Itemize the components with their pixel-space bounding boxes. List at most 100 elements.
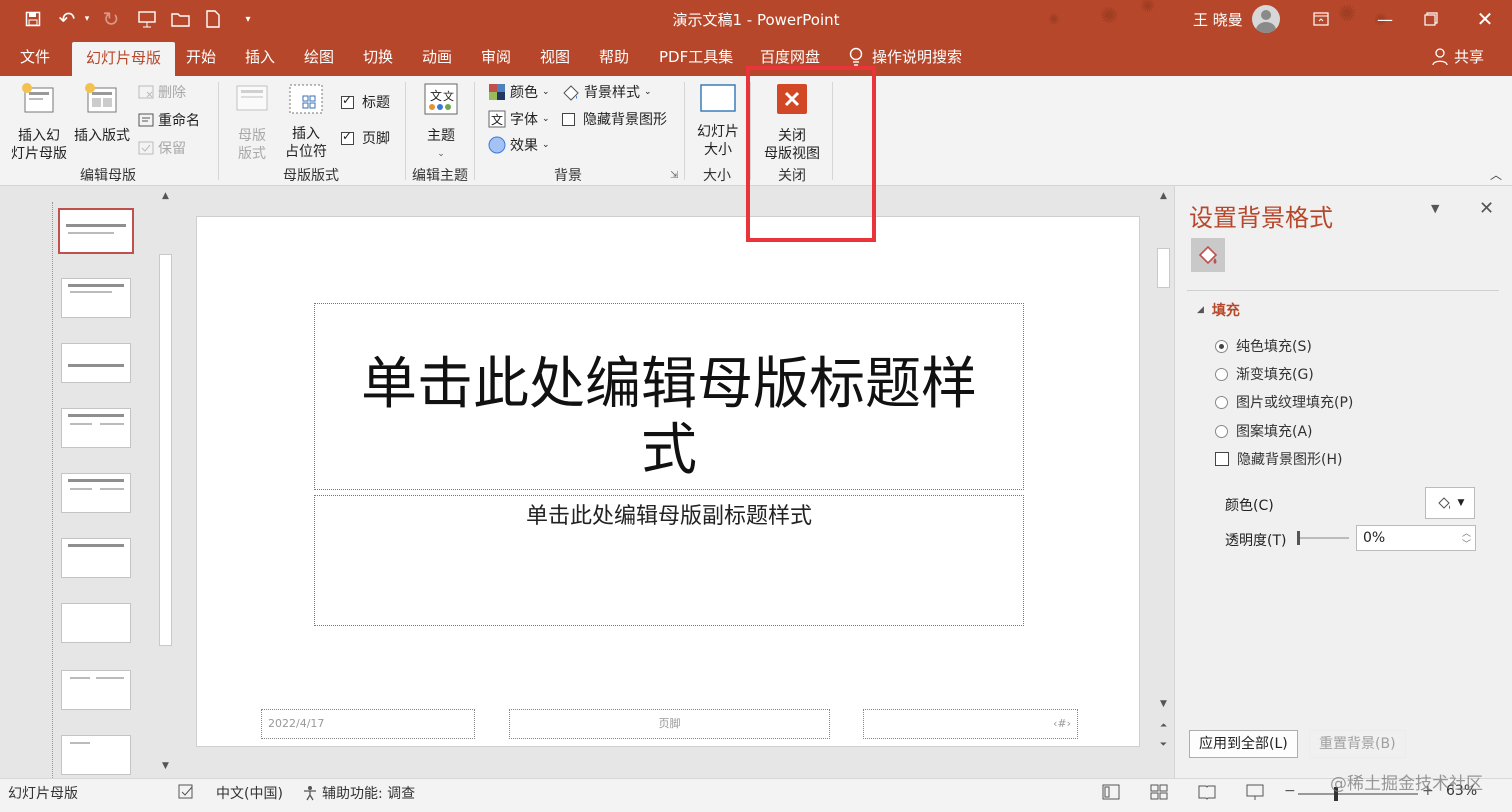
tab-home[interactable]: 开始	[186, 46, 216, 68]
thumbnail-scrollbar[interactable]: ▲ ▼	[157, 186, 174, 778]
hide-bg-graphics-option[interactable]: 隐藏背景图形(H)	[1215, 449, 1342, 469]
picture-fill-radio[interactable]	[1215, 396, 1228, 409]
layout-thumbnail[interactable]	[61, 408, 131, 448]
tab-view[interactable]: 视图	[540, 46, 570, 68]
solid-fill-option[interactable]: 纯色填充(S)	[1215, 336, 1312, 356]
slide-number-placeholder[interactable]: ‹#›	[863, 709, 1078, 739]
tab-help[interactable]: 帮助	[599, 46, 629, 68]
hide-background-graphics-box[interactable]	[562, 112, 575, 126]
tab-draw[interactable]: 绘图	[304, 46, 334, 68]
tab-pdf-tools[interactable]: PDF工具集	[659, 46, 733, 68]
gradient-fill-option[interactable]: 渐变填充(G)	[1215, 364, 1314, 384]
pattern-fill-label: 图案填充(A)	[1236, 424, 1313, 440]
ribbon-tabs: 文件 幻灯片母版 开始 插入 绘图 切换 动画 审阅 视图 帮助 PDF工具集 …	[0, 38, 1512, 76]
transparency-input[interactable]: 0% ︿ ﹀	[1356, 525, 1476, 551]
share-button[interactable]: 共享	[1432, 46, 1484, 67]
layout-thumbnail[interactable]	[61, 278, 131, 318]
master-thumbnail[interactable]	[58, 208, 134, 254]
pattern-fill-radio[interactable]	[1215, 425, 1228, 438]
title-checkbox-box[interactable]	[341, 93, 354, 109]
scroll-up-icon[interactable]: ▲	[157, 188, 174, 205]
layout-thumbnail[interactable]	[61, 603, 131, 643]
scroll-down-icon[interactable]: ▼	[157, 758, 174, 775]
transparency-slider-handle[interactable]	[1297, 531, 1300, 545]
subtitle-placeholder-text[interactable]: 单击此处编辑母版副标题样式	[315, 498, 1023, 530]
tab-baidu-netdisk[interactable]: 百度网盘	[760, 46, 820, 68]
title-placeholder[interactable]: 单击此处编辑母版标题样 式	[314, 303, 1024, 490]
background-styles-button[interactable]: 背景样式 ⌄	[562, 82, 652, 102]
title-checkbox[interactable]: 标题	[341, 92, 390, 112]
minimize-icon[interactable]: —	[1362, 4, 1408, 34]
zoom-out-icon[interactable]: −	[1284, 783, 1296, 799]
fill-category-icon[interactable]	[1191, 238, 1225, 272]
slide-sorter-icon[interactable]	[1150, 783, 1168, 805]
effects-button[interactable]: 效果 ⌄	[488, 135, 550, 155]
footer-checkbox-box[interactable]	[341, 129, 354, 145]
scroll-down-icon[interactable]: ▼	[1155, 696, 1172, 713]
slide-canvas[interactable]: 单击此处编辑母版标题样 式 单击此处编辑母版副标题样式 2022/4/17 页脚…	[196, 216, 1140, 747]
pane-options-icon[interactable]: ▼	[1431, 202, 1439, 215]
color-label: 颜色(C)	[1225, 498, 1274, 514]
rename-button[interactable]: 重命名	[138, 110, 200, 130]
tab-transitions[interactable]: 切换	[363, 46, 393, 68]
color-picker-button[interactable]: ▼	[1425, 487, 1475, 519]
accessibility-status[interactable]: 辅助功能: 调查	[302, 783, 415, 803]
layout-thumbnail[interactable]	[61, 670, 131, 710]
slide-size-button[interactable]: 幻灯片 大小	[692, 82, 744, 159]
close-master-view-button[interactable]: 关闭 母版视图	[758, 84, 826, 163]
layout-thumbnail[interactable]	[61, 343, 131, 383]
scrollbar-thumb[interactable]	[1157, 248, 1170, 288]
insert-layout-button[interactable]: 插入版式	[72, 82, 132, 145]
layout-thumbnail[interactable]	[61, 735, 131, 775]
language-indicator[interactable]: 中文(中国)	[216, 783, 283, 803]
footer-placeholder[interactable]: 页脚	[509, 709, 830, 739]
normal-view-icon[interactable]	[1102, 783, 1120, 805]
restore-icon[interactable]	[1408, 4, 1454, 34]
avatar[interactable]	[1252, 5, 1280, 33]
slideshow-view-icon[interactable]	[1246, 783, 1264, 805]
fonts-button[interactable]: 文 字体 ⌄	[488, 109, 550, 129]
spin-down-icon[interactable]: ﹀	[1462, 533, 1471, 557]
insert-placeholder-button[interactable]: 插入 占位符	[276, 82, 336, 161]
notes-check-icon[interactable]	[178, 783, 196, 805]
hide-bg-graphics-checkbox[interactable]	[1215, 452, 1229, 466]
fill-section-header[interactable]: ◢ 填充	[1197, 300, 1240, 320]
themes-button[interactable]: 文文 主题 ⌄	[416, 82, 466, 163]
picture-fill-option[interactable]: 图片或纹理填充(P)	[1215, 392, 1353, 412]
previous-slide-icon[interactable]: ⏶	[1155, 718, 1172, 735]
next-slide-icon[interactable]: ⏷	[1155, 737, 1172, 754]
reading-view-icon[interactable]	[1198, 783, 1216, 805]
themes-dropdown-icon[interactable]: ⌄	[416, 145, 466, 163]
pattern-fill-option[interactable]: 图案填充(A)	[1215, 421, 1313, 441]
tab-slide-master[interactable]: 幻灯片母版	[72, 42, 176, 76]
user-name[interactable]: 王 晓曼	[1193, 9, 1243, 30]
insert-slide-master-button[interactable]: 插入幻 灯片母版	[8, 82, 70, 163]
ribbon-display-options-icon[interactable]	[1298, 4, 1344, 34]
title-placeholder-text[interactable]: 单击此处编辑母版标题样 式	[315, 352, 1023, 484]
footer-checkbox-label: 页脚	[362, 131, 390, 147]
transparency-slider[interactable]	[1297, 530, 1349, 546]
date-placeholder[interactable]: 2022/4/17	[261, 709, 475, 739]
collapse-ribbon-icon[interactable]: ︿	[1490, 166, 1502, 183]
gradient-fill-radio[interactable]	[1215, 368, 1228, 381]
format-background-launcher-icon[interactable]: ⇲	[670, 170, 678, 181]
scroll-up-icon[interactable]: ▲	[1155, 188, 1172, 205]
layout-thumbnail[interactable]	[61, 538, 131, 578]
tab-review[interactable]: 审阅	[481, 46, 511, 68]
person-icon	[1432, 47, 1448, 65]
colors-button[interactable]: 颜色 ⌄	[488, 82, 550, 102]
layout-thumbnail[interactable]	[61, 473, 131, 513]
subtitle-placeholder[interactable]: 单击此处编辑母版副标题样式	[314, 495, 1024, 626]
footer-checkbox[interactable]: 页脚	[341, 128, 390, 148]
apply-to-all-button[interactable]: 应用到全部(L)	[1189, 730, 1298, 758]
slide-scrollbar[interactable]: ▲ ▼ ⏶ ⏷	[1155, 186, 1172, 778]
tab-file[interactable]: 文件	[20, 46, 50, 68]
pane-close-icon[interactable]: ✕	[1479, 198, 1494, 219]
tell-me-search[interactable]: 操作说明搜索	[848, 46, 962, 67]
solid-fill-radio[interactable]	[1215, 340, 1228, 353]
close-window-icon[interactable]: ✕	[1462, 4, 1508, 34]
tab-insert[interactable]: 插入	[245, 46, 275, 68]
scrollbar-thumb[interactable]	[159, 254, 172, 646]
tab-animations[interactable]: 动画	[422, 46, 452, 68]
hide-background-graphics-checkbox[interactable]: 隐藏背景图形	[562, 109, 667, 129]
